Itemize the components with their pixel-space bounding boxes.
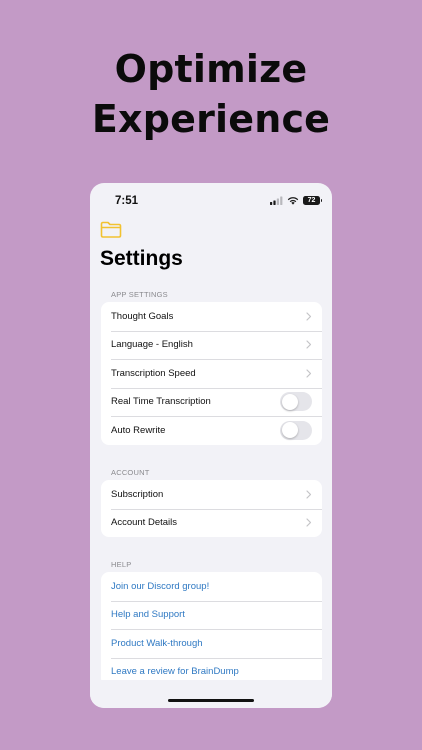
row-label: Account Details xyxy=(111,517,178,529)
account-group: Subscription Account Details xyxy=(101,480,322,537)
row-discord-link[interactable]: Join our Discord group! xyxy=(101,572,322,601)
row-label: Auto Rewrite xyxy=(111,424,166,436)
status-bar: 7:51 72 xyxy=(90,195,332,211)
chevron-right-icon xyxy=(306,518,312,527)
row-label: Leave a review for BrainDump xyxy=(111,666,239,678)
row-label: Join our Discord group! xyxy=(111,580,210,592)
headline-line-1: Optimize xyxy=(114,47,308,91)
row-label: Product Walk-through xyxy=(111,637,203,649)
row-real-time-transcription: Real Time Transcription xyxy=(101,387,322,417)
home-indicator-area xyxy=(90,680,332,708)
headline-line-2: Experience xyxy=(91,97,331,141)
toggle-knob xyxy=(281,393,298,410)
chevron-right-icon xyxy=(306,340,312,349)
row-thought-goals[interactable]: Thought Goals xyxy=(101,302,322,331)
row-label: Transcription Speed xyxy=(111,367,196,379)
row-account-details[interactable]: Account Details xyxy=(101,508,322,538)
row-help-support-link[interactable]: Help and Support xyxy=(101,600,322,630)
phone-screen: 7:51 72 Settings APP SETTINGS Thought Go… xyxy=(90,183,332,708)
section-label-account: ACCOUNT xyxy=(111,468,150,477)
auto-rewrite-toggle[interactable] xyxy=(280,420,312,440)
status-icons: 72 xyxy=(270,196,322,205)
row-label: Help and Support xyxy=(111,609,185,621)
status-time: 7:51 xyxy=(115,195,139,207)
chevron-right-icon xyxy=(306,369,312,378)
home-indicator xyxy=(168,699,254,702)
row-label: Real Time Transcription xyxy=(111,396,211,408)
wifi-icon xyxy=(287,197,299,205)
help-group: Join our Discord group! Help and Support… xyxy=(101,572,322,686)
app-settings-group: Thought Goals Language - English Transcr… xyxy=(101,302,322,445)
section-label-help: HELP xyxy=(111,560,132,569)
row-transcription-speed[interactable]: Transcription Speed xyxy=(101,359,322,388)
toggle-knob xyxy=(281,422,298,439)
row-auto-rewrite: Auto Rewrite xyxy=(101,416,322,445)
section-label-app-settings: APP SETTINGS xyxy=(111,290,168,299)
row-walkthrough-link[interactable]: Product Walk-through xyxy=(101,629,322,658)
row-language[interactable]: Language - English xyxy=(101,330,322,360)
page-title: Settings xyxy=(100,247,183,270)
real-time-transcription-toggle[interactable] xyxy=(280,392,312,412)
battery-level: 72 xyxy=(307,197,316,204)
row-subscription[interactable]: Subscription xyxy=(101,480,322,509)
row-label: Subscription xyxy=(111,488,164,500)
chevron-right-icon xyxy=(306,490,312,499)
chevron-right-icon xyxy=(306,312,312,321)
folder-icon[interactable] xyxy=(100,221,122,238)
row-label: Thought Goals xyxy=(111,310,174,322)
signal-icon xyxy=(270,196,283,205)
row-label: Language - English xyxy=(111,339,193,351)
battery-icon: 72 xyxy=(303,196,322,205)
promo-headline: Optimize Experience xyxy=(0,44,422,144)
